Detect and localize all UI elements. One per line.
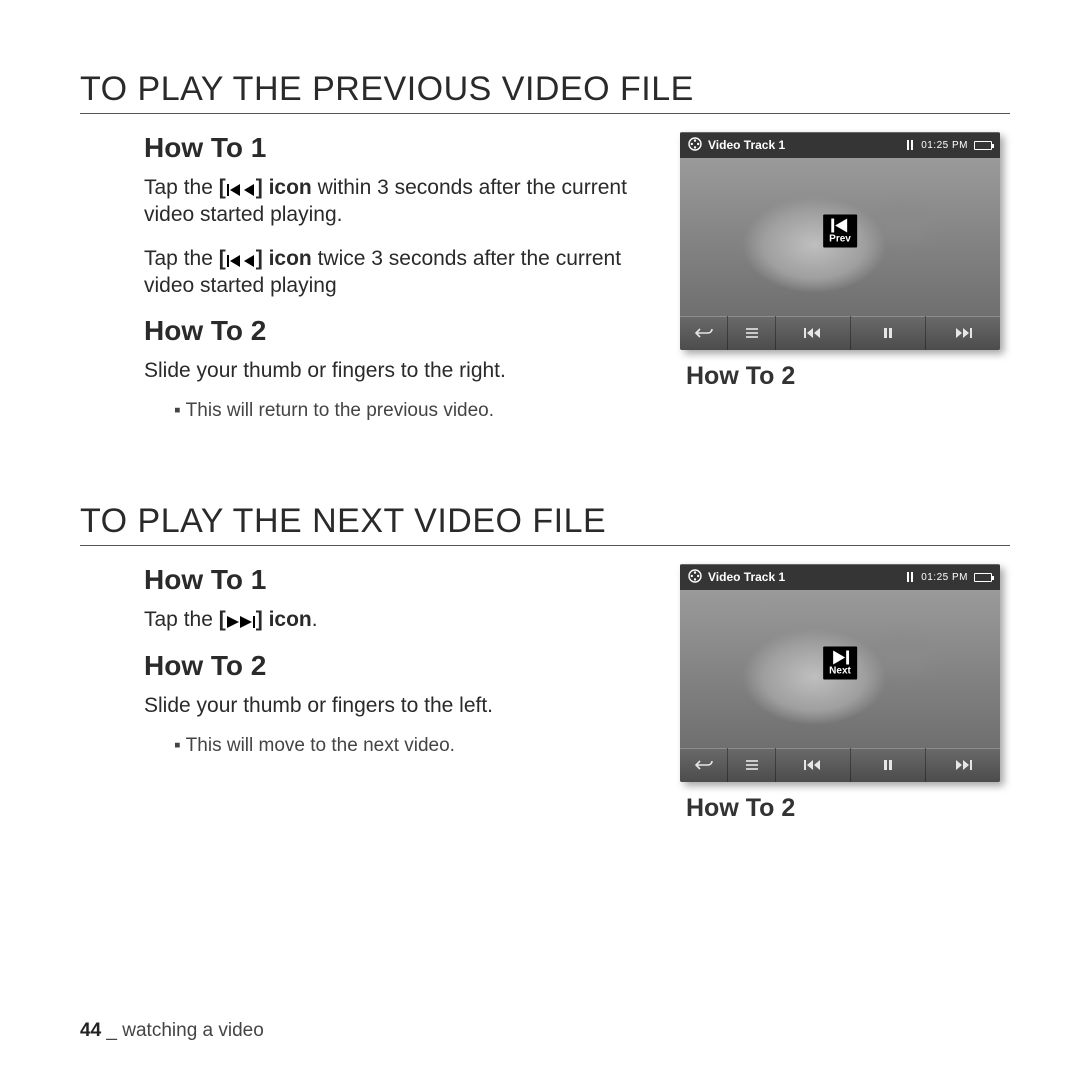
skip-previous-icon <box>226 254 256 268</box>
section-next-text: How To 1 Tap the [] icon. How To 2 Slide… <box>80 564 650 823</box>
pause-button[interactable] <box>851 316 926 350</box>
skip-previous-icon <box>804 326 822 340</box>
film-reel-icon <box>688 137 702 154</box>
prev-overlay-button[interactable]: Prev <box>823 214 857 247</box>
text-fragment: Tap the <box>144 608 219 631</box>
figure-caption-prev: How To 2 <box>680 362 1010 391</box>
footer-sep: _ <box>101 1020 122 1041</box>
list-icon <box>743 326 761 340</box>
battery-icon <box>974 141 992 150</box>
icon-bracket-close: ] <box>256 608 269 631</box>
device-toolbar <box>680 748 1000 782</box>
text-fragment: Tap the <box>144 247 219 270</box>
figure-previous: Video Track 1 01:25 PM Prev How To 2 <box>680 132 1010 432</box>
device-statusbar: Video Track 1 01:25 PM <box>680 132 1000 158</box>
howto2-paragraph: Slide your thumb or fingers to the right… <box>144 357 650 384</box>
signal-icon <box>907 140 913 150</box>
back-button[interactable] <box>680 748 728 782</box>
rewind-button[interactable] <box>776 748 851 782</box>
forward-button[interactable] <box>926 748 1000 782</box>
next-overlay-button[interactable]: Next <box>823 647 857 680</box>
back-arrow-icon <box>695 326 713 340</box>
prev-overlay-label: Prev <box>829 233 851 244</box>
skip-next-icon <box>954 758 972 772</box>
howto1-paragraph: Tap the [] icon. <box>144 606 650 633</box>
device-statusbar: Video Track 1 01:25 PM <box>680 564 1000 590</box>
device-video-area: Prev <box>680 158 1000 316</box>
icon-word: icon <box>269 608 312 631</box>
icon-bracket-open: [ <box>219 247 226 270</box>
howto2-bullet: This will return to the previous video. <box>174 400 650 422</box>
howto2-paragraph: Slide your thumb or fingers to the left. <box>144 692 650 719</box>
skip-next-icon <box>831 651 849 665</box>
howto2-heading: How To 2 <box>144 650 650 682</box>
skip-previous-icon <box>831 218 849 232</box>
device-mock-next: Video Track 1 01:25 PM Next <box>680 564 1000 782</box>
skip-previous-icon <box>804 758 822 772</box>
icon-bracket-open: [ <box>219 176 226 199</box>
device-video-area: Next <box>680 590 1000 748</box>
section-previous-text: How To 1 Tap the [] icon within 3 second… <box>80 132 650 432</box>
list-button[interactable] <box>728 748 776 782</box>
skip-previous-icon <box>226 183 256 197</box>
figure-next: Video Track 1 01:25 PM Next How To 2 <box>680 564 1010 823</box>
howto2-bullet: This will move to the next video. <box>174 735 650 757</box>
howto1-paragraph-2: Tap the [] icon twice 3 seconds after th… <box>144 245 650 300</box>
footer-section: watching a video <box>122 1020 264 1041</box>
howto1-paragraph-1: Tap the [] icon within 3 seconds after t… <box>144 174 650 229</box>
device-mock-prev: Video Track 1 01:25 PM Prev <box>680 132 1000 350</box>
next-overlay-label: Next <box>829 666 851 677</box>
section-next-block: How To 1 Tap the [] icon. How To 2 Slide… <box>80 564 1010 823</box>
device-time: 01:25 PM <box>921 572 968 583</box>
battery-icon <box>974 573 992 582</box>
page-number: 44 <box>80 1020 101 1041</box>
list-icon <box>743 758 761 772</box>
howto1-heading: How To 1 <box>144 132 650 164</box>
text-fragment: Tap the <box>144 176 219 199</box>
device-track-title: Video Track 1 <box>708 570 785 584</box>
icon-bracket-close: ] <box>256 247 269 270</box>
forward-button[interactable] <box>926 316 1000 350</box>
page-footer: 44 _ watching a video <box>80 1020 264 1042</box>
icon-bracket-open: [ <box>219 608 226 631</box>
pause-icon <box>879 326 897 340</box>
rewind-button[interactable] <box>776 316 851 350</box>
section-previous-block: How To 1 Tap the [] icon within 3 second… <box>80 132 1010 432</box>
figure-caption-next: How To 2 <box>680 794 1010 823</box>
skip-next-icon <box>226 615 256 629</box>
signal-icon <box>907 572 913 582</box>
back-arrow-icon <box>695 758 713 772</box>
pause-icon <box>879 758 897 772</box>
howto2-heading: How To 2 <box>144 315 650 347</box>
list-button[interactable] <box>728 316 776 350</box>
howto1-heading: How To 1 <box>144 564 650 596</box>
device-toolbar <box>680 316 1000 350</box>
section-heading-previous: TO PLAY THE PREVIOUS VIDEO FILE <box>80 70 1010 114</box>
icon-bracket-close: ] <box>256 176 269 199</box>
text-fragment: . <box>312 608 318 631</box>
film-reel-icon <box>688 569 702 586</box>
back-button[interactable] <box>680 316 728 350</box>
pause-button[interactable] <box>851 748 926 782</box>
skip-next-icon <box>954 326 972 340</box>
icon-word: icon <box>269 176 312 199</box>
icon-word: icon <box>269 247 312 270</box>
device-time: 01:25 PM <box>921 140 968 151</box>
section-heading-next: TO PLAY THE NEXT VIDEO FILE <box>80 502 1010 546</box>
device-track-title: Video Track 1 <box>708 138 785 152</box>
